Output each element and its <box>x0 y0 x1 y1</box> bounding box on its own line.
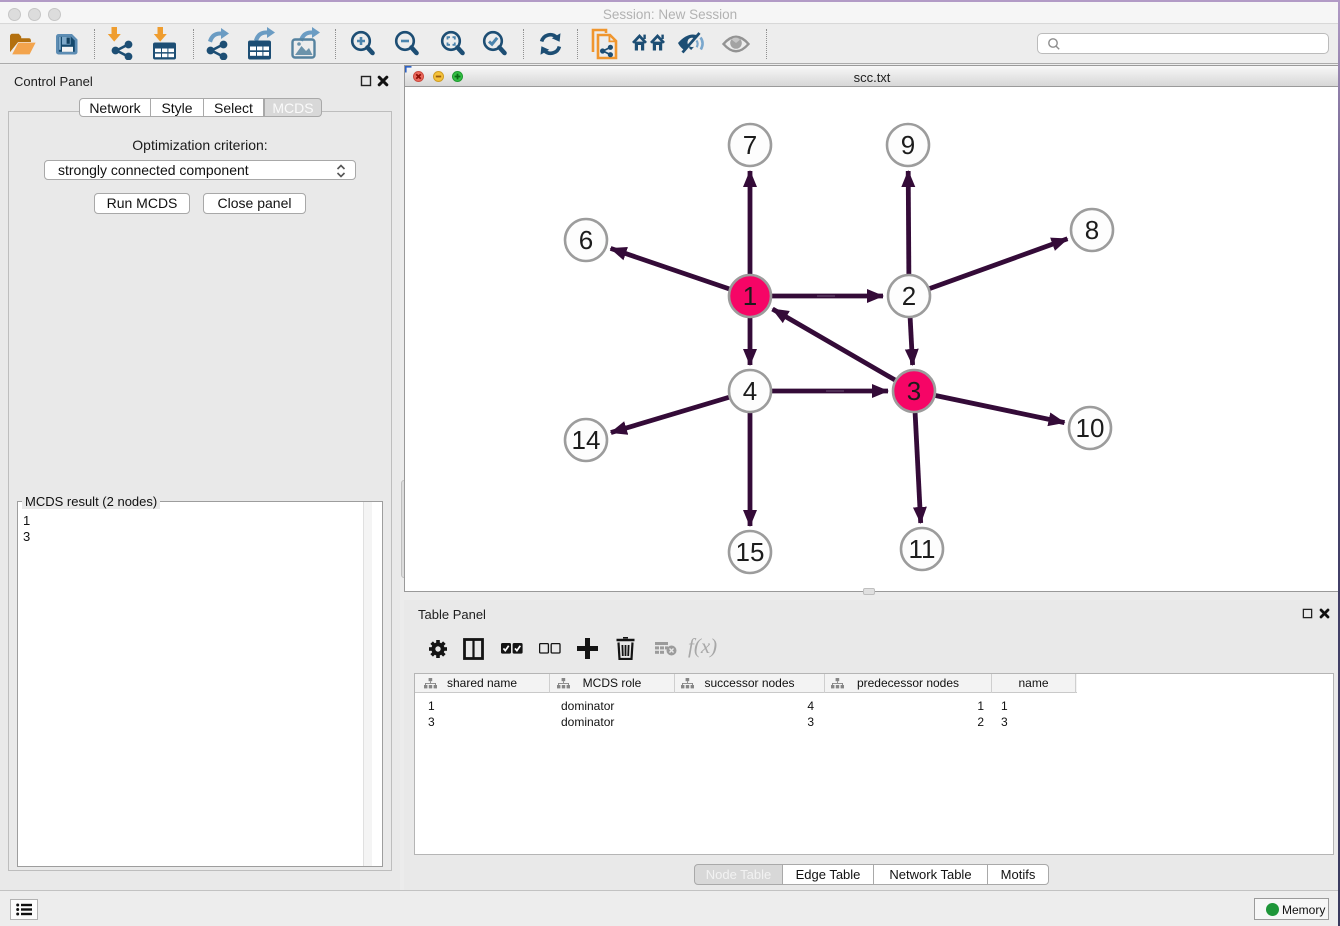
svg-text:14: 14 <box>572 425 601 455</box>
svg-text:3: 3 <box>907 376 921 406</box>
svg-text:11: 11 <box>909 534 936 564</box>
svg-text:15: 15 <box>736 537 765 567</box>
svg-text:8: 8 <box>1085 215 1099 245</box>
svg-text:10: 10 <box>1076 413 1105 443</box>
svg-text:2: 2 <box>902 281 916 311</box>
svg-text:7: 7 <box>743 130 757 160</box>
svg-text:9: 9 <box>901 130 915 160</box>
svg-text:1: 1 <box>743 281 757 311</box>
svg-text:6: 6 <box>579 225 593 255</box>
svg-text:4: 4 <box>743 376 757 406</box>
